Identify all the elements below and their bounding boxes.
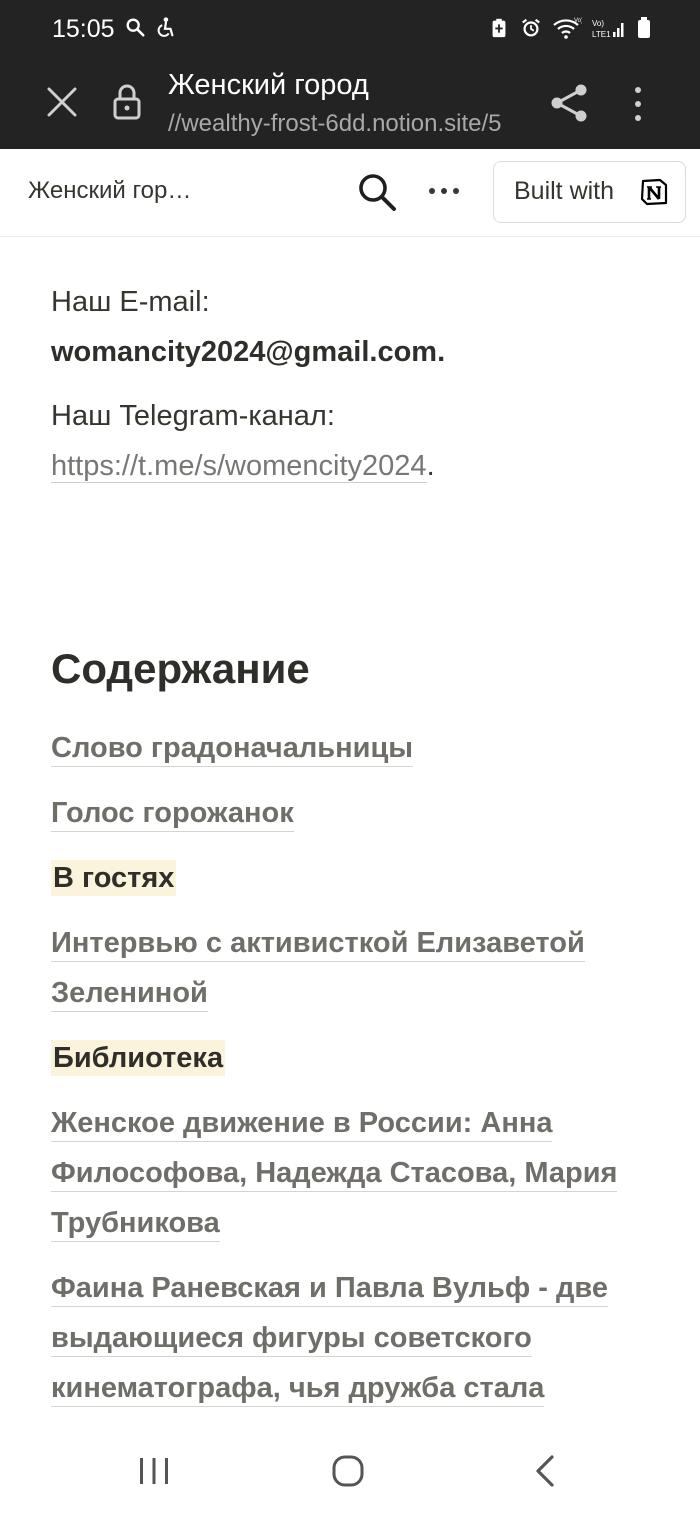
notion-logo-icon [640,178,668,206]
alarm-icon [522,18,540,37]
email-value: womancity2024@gmail.com. [51,336,446,368]
recent-apps-icon[interactable] [137,1456,171,1486]
more-vertical-icon[interactable] [626,84,650,124]
more-horizontal-icon[interactable] [426,179,462,203]
toc-item-ranevskaya-wulf[interactable]: Фаина Раневская и Павла Вульф - две выда… [51,1263,661,1413]
telegram-link[interactable]: https://t.me/s/womencity2024 [51,450,427,483]
contact-block: Наш E-mail: womancity2024@gmail.com. Наш… [51,277,671,491]
toc-item-citizens-voice[interactable]: Голос горожанок [51,788,671,838]
email-label: Наш E-mail: [51,286,210,318]
battery-icon [638,17,650,38]
wifi-icon: Vo) [553,18,582,39]
status-time: 15:05 [52,15,115,43]
telegram-line: https://t.me/s/womencity2024. [51,441,671,491]
svg-text:Vo): Vo) [592,19,604,28]
close-tab-button[interactable] [44,84,80,120]
toc-item-womens-movement[interactable]: Женское движение в России: Анна Философо… [51,1098,631,1248]
toc-section-library: Библиотека [51,1040,226,1076]
toc-list: Слово градоначальницы Голос горожанок В … [51,723,671,1413]
lock-icon[interactable] [111,82,143,122]
toc-item-interview[interactable]: Интервью с активисткой Елизаветой Зелени… [51,918,651,1018]
battery-saver-icon [492,18,506,38]
built-with-notion-button[interactable]: Built with [493,161,686,223]
toc-heading: Содержание [51,645,310,692]
share-icon[interactable] [549,82,589,124]
home-icon[interactable] [331,1454,365,1488]
system-nav-bar [0,1420,700,1517]
telegram-trailing-dot: . [426,450,435,482]
notion-breadcrumb-title[interactable]: Женский гор… [28,177,191,205]
telegram-label: Наш Telegram-канал: [51,400,335,432]
status-bar: 15:05 Vo) Vo) [0,0,700,58]
search-notification-icon [126,18,145,37]
toc-item-mayor-word[interactable]: Слово градоначальницы [51,723,671,773]
lte-signal-icon: Vo) LTE1 [592,19,624,39]
back-icon[interactable] [533,1454,557,1488]
notion-topbar: Женский гор… Built with [0,149,700,237]
browser-url[interactable]: //wealthy-frost-6dd.notion.site/5 [168,110,522,138]
accessibility-notification-icon [157,17,174,37]
browser-page-title[interactable]: Женский город [168,69,369,102]
toc-section-guests: В гостях [51,860,177,896]
search-icon[interactable] [356,171,398,213]
svg-text:Vo): Vo) [574,18,582,24]
svg-text:LTE1: LTE1 [592,30,611,39]
status-right-icons: Vo) Vo) LTE1 [488,16,652,40]
built-with-label: Built with [514,177,615,205]
browser-header: Женский город //wealthy-frost-6dd.notion… [0,58,700,149]
status-left-icons [124,15,176,39]
